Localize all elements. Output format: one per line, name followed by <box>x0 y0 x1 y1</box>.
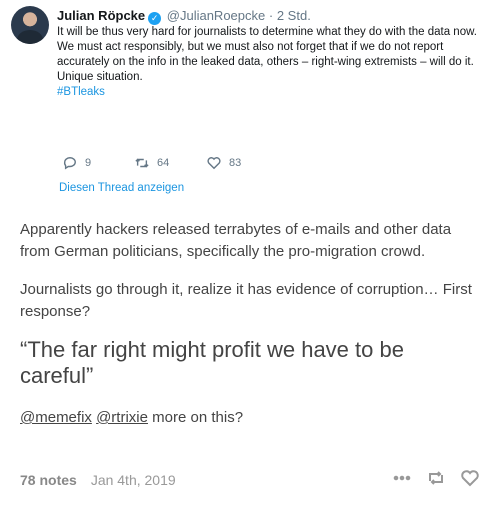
separator: · <box>268 8 274 23</box>
tweet-actions: 9 64 83 <box>63 156 279 170</box>
heart-icon <box>207 157 221 170</box>
reply-count: 9 <box>85 157 92 169</box>
post-paragraph: Apparently hackers released terrabytes o… <box>20 221 452 260</box>
post-date[interactable]: Jan 4th, 2019 <box>91 472 176 488</box>
like-post-button[interactable] <box>460 469 480 487</box>
tweet-time[interactable]: 2 Std. <box>277 8 311 23</box>
tweet-line: Unique situation. <box>57 71 143 83</box>
retweet-button[interactable]: 64 <box>135 156 207 170</box>
retweet-icon <box>135 158 149 168</box>
reply-button[interactable]: 9 <box>63 156 135 170</box>
post-quote: “The far right might profit we have to b… <box>20 337 404 388</box>
tweet-line: We must act responsibly, but we must als… <box>57 41 474 68</box>
heart-outline-icon <box>461 470 479 487</box>
reblog-button[interactable] <box>426 469 446 487</box>
post-footer: 78 notes Jan 4th, 2019 <box>20 469 480 491</box>
mention-link[interactable]: @rtrixie <box>96 409 148 426</box>
more-options-button[interactable] <box>392 469 412 487</box>
notes-count[interactable]: 78 notes <box>20 472 77 488</box>
hashtag-link[interactable]: #BTleaks <box>57 85 487 100</box>
embedded-tweet: Julian Röpcke ✓ @JulianRoepcke · 2 Std. I… <box>0 0 501 198</box>
retweet-count: 64 <box>157 157 170 169</box>
like-button[interactable]: 83 <box>207 156 279 170</box>
question-text: more on this? <box>147 409 244 426</box>
show-thread-link[interactable]: Diesen Thread anzeigen <box>59 182 184 194</box>
author-handle[interactable]: @JulianRoepcke <box>167 8 265 23</box>
reblog-icon <box>429 471 443 485</box>
ellipsis-icon <box>393 475 411 481</box>
avatar[interactable] <box>11 6 49 44</box>
post-paragraph: Journalists go through it, realize it ha… <box>20 281 472 320</box>
post-paragraph-mentions: @memefix @rtrixie more on this? <box>20 407 480 429</box>
post-body: Apparently hackers released terrabytes o… <box>20 219 480 445</box>
tweet-line: It will be thus very hard for journalist… <box>57 26 477 38</box>
tweet-text: It will be thus very hard for journalist… <box>57 25 487 100</box>
reply-icon <box>63 157 76 170</box>
tweet-header: Julian Röpcke ✓ @JulianRoepcke · 2 Std. <box>57 8 311 25</box>
verified-badge-icon: ✓ <box>148 12 162 25</box>
like-count: 83 <box>229 157 242 169</box>
post-actions <box>378 469 480 487</box>
author-name[interactable]: Julian Röpcke <box>57 8 145 23</box>
mention-link[interactable]: @memefix <box>20 409 92 426</box>
